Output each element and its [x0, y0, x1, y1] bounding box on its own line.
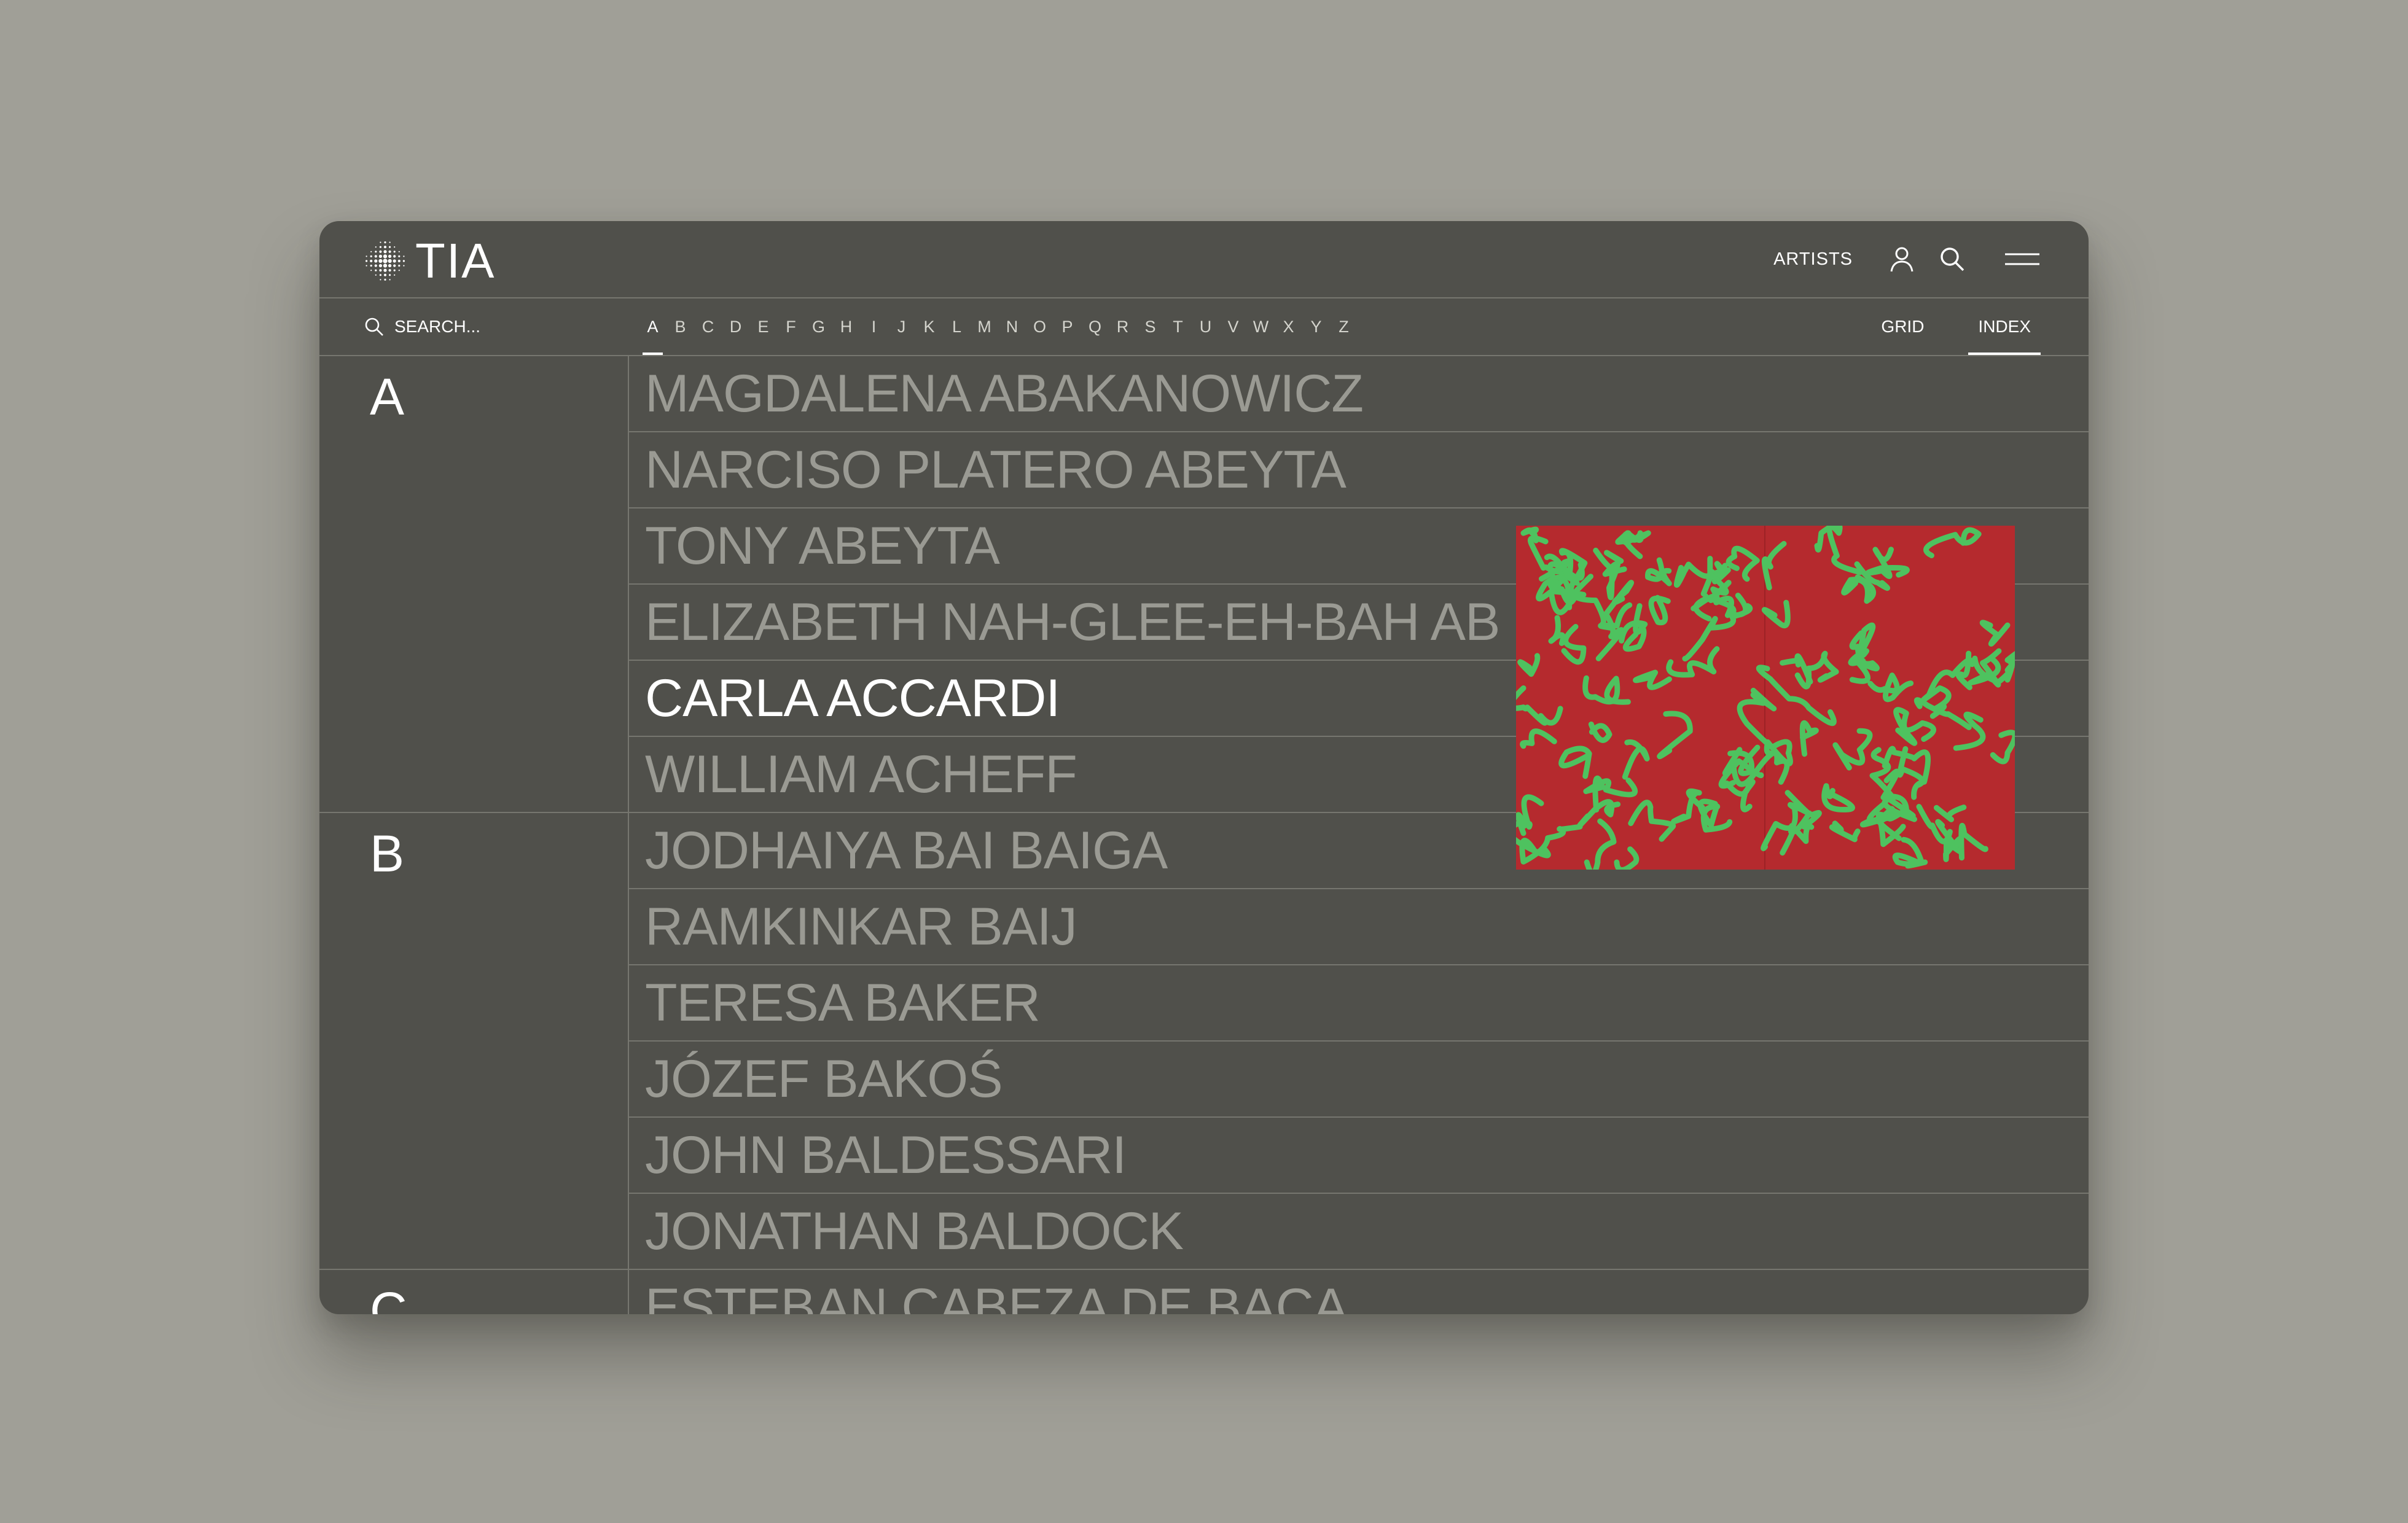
letter-filter-a[interactable]: A [639, 298, 666, 355]
letter-filter-b[interactable]: B [666, 298, 694, 355]
filter-bar: ABCDEFGHIJKLMNOPQRSTUVWXYZ GRID INDEX [319, 298, 2089, 356]
search-icon [365, 317, 383, 336]
artist-row[interactable]: ESTEBAN CABEZA DE BACA [629, 1270, 2089, 1315]
letter-filter-p[interactable]: P [1054, 298, 1081, 355]
artist-row[interactable]: MAGDALENA ABAKANOWICZ [629, 356, 2089, 432]
letter-filter-q[interactable]: Q [1081, 298, 1109, 355]
letter-filter-y[interactable]: Y [1302, 298, 1330, 355]
menu-icon[interactable] [2004, 247, 2041, 271]
top-navigation-bar: TIA ARTISTS [319, 221, 2089, 298]
artist-row[interactable]: JOHN BALDESSARI [629, 1118, 2089, 1194]
letter-filter-f[interactable]: F [777, 298, 805, 355]
index-view-tab[interactable]: INDEX [1968, 298, 2041, 355]
group-letter-heading: C [370, 1282, 407, 1314]
letter-filter-l[interactable]: L [943, 298, 971, 355]
artist-list: JODHAIYA BAI BAIGA RAMKINKAR BAIJ TERESA B… [628, 813, 2089, 1269]
search-box[interactable] [364, 298, 579, 355]
letter-filter-z[interactable]: Z [1330, 298, 1358, 355]
logo-text: TIA [415, 233, 496, 288]
header-actions: ARTISTS [1773, 221, 2041, 297]
letter-filter-i[interactable]: I [860, 298, 888, 355]
artwork-preview-image [1516, 526, 2015, 870]
letter-filter-x[interactable]: X [1275, 298, 1302, 355]
letter-filter-c[interactable]: C [694, 298, 722, 355]
artist-row[interactable]: JONATHAN BALDOCK [629, 1194, 2089, 1269]
grid-view-tab[interactable]: GRID [1871, 298, 1934, 355]
letter-filter-d[interactable]: D [722, 298, 749, 355]
view-toggle: GRID INDEX [1871, 298, 2041, 355]
index-group-b: B JODHAIYA BAI BAIGA RAMKINKAR BAIJ TERESA … [319, 813, 2089, 1270]
letter-filter-m[interactable]: M [971, 298, 998, 355]
alphabet-filter: ABCDEFGHIJKLMNOPQRSTUVWXYZ [639, 298, 1358, 355]
letter-filter-o[interactable]: O [1026, 298, 1054, 355]
starburst-logo-icon [366, 241, 405, 281]
letter-filter-r[interactable]: R [1109, 298, 1136, 355]
letter-filter-s[interactable]: S [1136, 298, 1164, 355]
artist-row[interactable]: NARCISO PLATERO ABEYTA [629, 432, 2089, 508]
letter-filter-w[interactable]: W [1247, 298, 1275, 355]
artist-row[interactable]: JÓZEF BAKOŚ [629, 1042, 2089, 1118]
letter-filter-e[interactable]: E [749, 298, 777, 355]
user-icon[interactable] [1887, 244, 1917, 274]
letter-filter-g[interactable]: G [805, 298, 832, 355]
index-group-c: C ESTEBAN CABEZA DE BACA [319, 1270, 2089, 1314]
letter-filter-k[interactable]: K [915, 298, 943, 355]
site-logo[interactable]: TIA [362, 233, 495, 289]
search-icon[interactable] [1937, 244, 1967, 274]
letter-filter-h[interactable]: H [832, 298, 860, 355]
letter-filter-n[interactable]: N [998, 298, 1026, 355]
artwork-preview [1516, 526, 2015, 870]
letter-filter-j[interactable]: J [888, 298, 915, 355]
letter-filter-t[interactable]: T [1164, 298, 1192, 355]
group-letter-heading: B [370, 825, 405, 882]
artists-nav-link[interactable]: ARTISTS [1773, 249, 1853, 270]
artist-row[interactable]: RAMKINKAR BAIJ [629, 889, 2089, 965]
letter-filter-v[interactable]: V [1219, 298, 1247, 355]
group-letter-heading: A [370, 368, 405, 426]
artist-row[interactable]: TERESA BAKER [629, 965, 2089, 1042]
letter-filter-u[interactable]: U [1192, 298, 1219, 355]
artist-list: ESTEBAN CABEZA DE BACA [628, 1270, 2089, 1314]
search-input[interactable] [394, 317, 579, 337]
app-window: TIA ARTISTS ABCDEFGHIJK [319, 221, 2089, 1314]
